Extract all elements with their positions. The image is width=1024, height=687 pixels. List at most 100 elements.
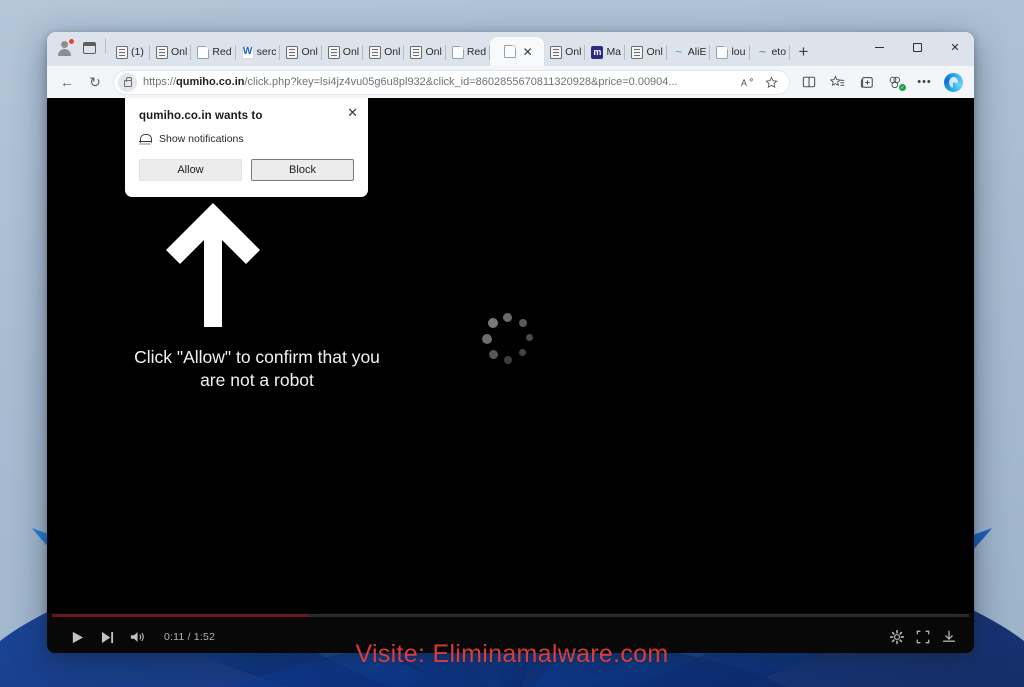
bell-icon — [139, 133, 152, 145]
notification-permission-dialog: qumiho.co.in wants to ✕ Show notificatio… — [125, 98, 368, 197]
browser-tab[interactable]: Onl — [322, 38, 364, 66]
browser-tab[interactable]: Onl — [280, 38, 323, 66]
up-arrow-svg — [166, 203, 260, 327]
browser-tab[interactable]: Onl — [404, 38, 447, 66]
copilot-icon[interactable] — [939, 69, 968, 95]
collections-icon[interactable] — [852, 69, 881, 95]
up-arrow-icon — [164, 201, 262, 329]
tab-label: AliE — [687, 46, 707, 58]
settings-and-more-button[interactable]: ••• — [910, 69, 939, 95]
new-tab-button[interactable]: + — [790, 38, 816, 66]
read-aloud-icon[interactable]: A — [735, 70, 759, 94]
permission-label: Show notifications — [159, 133, 244, 145]
permission-dialog-title: qumiho.co.in wants to — [139, 110, 263, 122]
back-button[interactable]: ← — [53, 69, 81, 95]
browser-tab[interactable]: Onl — [544, 38, 586, 66]
browser-tab[interactable]: Onl — [363, 38, 405, 66]
desktop: (1) Onl Red W serc Onl Onl Onl Onl Red ✕… — [0, 0, 1024, 687]
browser-tab[interactable]: ~ eto — [750, 38, 791, 66]
tab-list: (1) Onl Red W serc Onl Onl Onl Onl Red ✕… — [110, 32, 860, 66]
tab-label: (1) — [131, 46, 144, 58]
tab-label: Onl — [171, 46, 188, 58]
lock-glyph — [123, 76, 132, 87]
allow-button[interactable]: Allow — [139, 159, 242, 181]
collections-svg — [860, 77, 873, 88]
video-progress-fill — [52, 614, 309, 617]
close-icon[interactable]: ✕ — [347, 106, 358, 119]
maximize-icon — [912, 42, 922, 52]
browser-window: (1) Onl Red W serc Onl Onl Onl Onl Red ✕… — [47, 32, 974, 653]
blank-doc-icon — [503, 45, 516, 58]
window-controls: ✕ — [860, 32, 974, 66]
permission-dialog-buttons: Allow Block — [139, 159, 354, 181]
tab-label: Onl — [646, 46, 663, 58]
url-domain: qumiho.co.in — [176, 76, 245, 88]
url-prefix: https:// — [143, 76, 177, 88]
browser-tab[interactable]: Red — [446, 38, 491, 66]
favorite-star-icon[interactable] — [759, 70, 783, 94]
tab-label: Red — [466, 46, 487, 58]
profile-avatar-icon[interactable] — [52, 35, 76, 61]
scam-line-2: are not a robot — [200, 370, 314, 391]
list-icon — [286, 45, 299, 59]
avatar-head — [60, 41, 68, 48]
url-path: /click.php?key=lsi4jz4vu05g6u8pl932&clic… — [244, 76, 678, 88]
browser-tab[interactable]: lou — [710, 38, 751, 66]
doc-icon — [716, 45, 729, 59]
url-text: https://qumiho.co.in/click.php?key=lsi4j… — [143, 76, 735, 88]
tab-label: eto — [771, 46, 787, 58]
star-svg — [764, 75, 778, 88]
video-progress-bar[interactable] — [52, 614, 969, 617]
browser-tab[interactable]: m Ma — [585, 38, 626, 66]
minimize-button[interactable] — [860, 32, 898, 62]
site-info-icon[interactable] — [118, 72, 137, 92]
list-icon — [369, 45, 382, 59]
avatar-notification-badge — [68, 38, 75, 45]
w-icon: W — [241, 45, 254, 59]
block-button[interactable]: Block — [251, 159, 354, 181]
browser-tab[interactable]: Red — [191, 38, 236, 66]
browser-tab[interactable]: Onl — [625, 38, 668, 66]
essentials-check-badge: ✓ — [899, 84, 906, 91]
browser-essentials-icon[interactable]: ✓ — [881, 69, 910, 95]
browser-tab[interactable]: (1) — [110, 38, 150, 66]
address-bar[interactable]: https://qumiho.co.in/click.php?key=lsi4j… — [113, 69, 790, 95]
list-icon — [550, 45, 563, 59]
avatar-body — [57, 49, 71, 56]
scam-instruction-text: Click "Allow" to confirm that you are no… — [47, 346, 467, 393]
browser-tab-active[interactable]: ✕ — [490, 37, 545, 66]
list-icon — [327, 45, 340, 59]
split-screen-svg — [802, 76, 815, 88]
list-icon — [116, 45, 128, 59]
close-window-button[interactable]: ✕ — [936, 32, 974, 62]
arc-icon: ~ — [674, 43, 683, 59]
maximize-button[interactable] — [898, 32, 936, 62]
tabstrip-divider — [105, 38, 106, 53]
navigation-bar: ← ↻ https://qumiho.co.in/click.php?key=l… — [47, 66, 974, 98]
tab-label: lou — [731, 46, 746, 58]
m-icon: m — [591, 45, 604, 59]
read-aloud-svg: A — [741, 77, 753, 87]
tab-actions-icon[interactable] — [76, 35, 102, 61]
tab-label: Red — [212, 46, 232, 58]
split-screen-icon[interactable] — [794, 69, 823, 95]
doc-icon — [451, 45, 464, 59]
reload-button[interactable]: ↻ — [81, 69, 109, 95]
favorites-bar-icon[interactable] — [823, 69, 852, 95]
browser-tab[interactable]: ~ AliE — [667, 38, 711, 66]
permission-row: Show notifications — [139, 133, 354, 145]
loading-spinner-icon — [481, 313, 539, 371]
svg-text:A: A — [741, 77, 747, 87]
copilot-glyph — [944, 72, 963, 92]
watermark-text: Visite: Eliminamalware.com — [355, 640, 669, 668]
list-icon — [410, 45, 423, 59]
tab-strip-left — [52, 32, 110, 66]
scam-line-1: Click "Allow" to confirm that you — [134, 347, 380, 367]
close-icon[interactable]: ✕ — [523, 46, 533, 58]
tab-actions-glyph — [82, 42, 96, 54]
browser-tab[interactable]: W serc — [236, 38, 281, 66]
browser-tab[interactable]: Onl — [150, 38, 192, 66]
tab-label: Onl — [342, 46, 360, 58]
tab-strip: (1) Onl Red W serc Onl Onl Onl Onl Red ✕… — [47, 32, 974, 66]
favorites-svg — [830, 75, 845, 87]
